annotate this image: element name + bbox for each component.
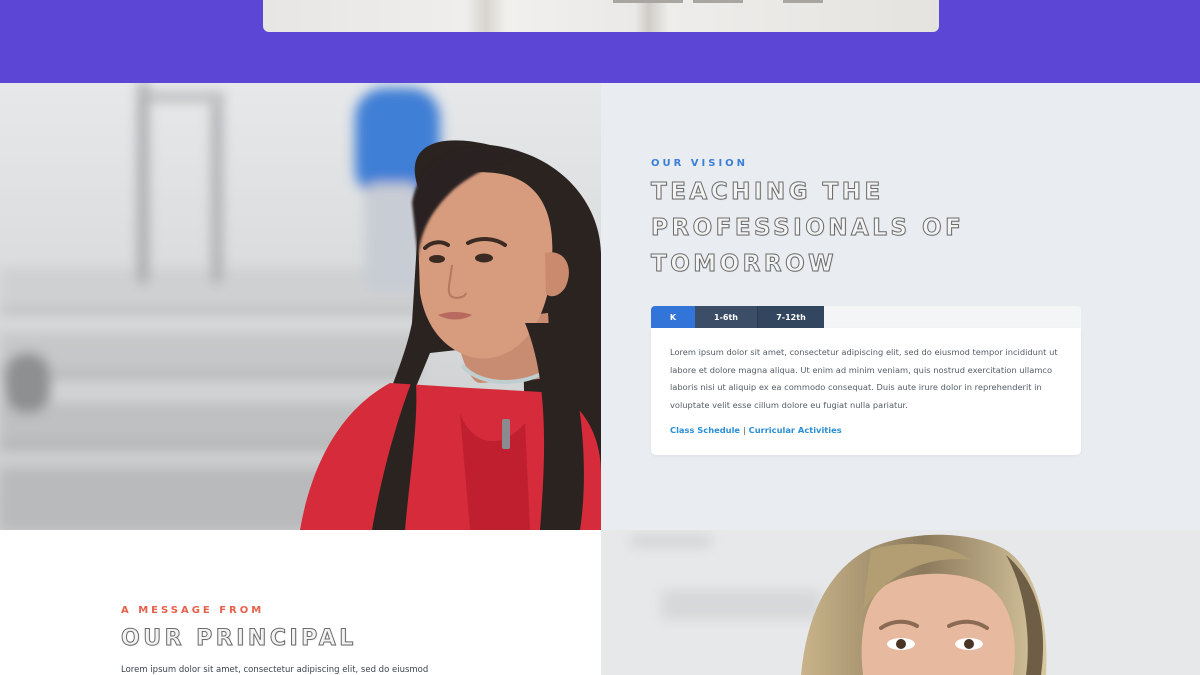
student-photo-image: [0, 83, 601, 530]
vision-title-line-1: TEACHING THE: [650, 179, 884, 206]
curricular-activities-link[interactable]: Curricular Activities: [749, 425, 842, 435]
top-banner: [0, 0, 1200, 83]
principal-photo: [601, 530, 1200, 675]
link-separator: |: [742, 425, 746, 435]
vision-title: TEACHING THE PROFESSIONALS OF TOMORROW: [650, 174, 965, 282]
principal-text: Lorem ipsum dolor sit amet, consectetur …: [121, 665, 429, 675]
top-image-card: [263, 0, 939, 32]
tab-content-text: Lorem ipsum dolor sit amet, consectetur …: [670, 347, 1058, 410]
vision-title-line-2: PROFESSIONALS OF: [650, 215, 965, 242]
tab-content-card: Lorem ipsum dolor sit amet, consectetur …: [651, 328, 1081, 455]
vision-title-line-3: TOMORROW: [650, 251, 838, 278]
class-schedule-link[interactable]: Class Schedule: [670, 425, 740, 435]
tab-7-12th[interactable]: 7-12th: [757, 306, 824, 328]
principal-title: OUR PRINCIPAL: [121, 626, 357, 652]
student-photo: [0, 83, 601, 530]
vision-eyebrow: OUR VISION: [651, 158, 749, 169]
tab-k[interactable]: K: [651, 306, 695, 328]
grade-tabs: K 1-6th 7-12th: [651, 306, 1081, 328]
tab-links: Class Schedule | Curricular Activities: [670, 425, 842, 435]
principal-eyebrow: A MESSAGE FROM: [121, 605, 265, 616]
principal-photo-image: [601, 530, 1200, 675]
tab-1-6th[interactable]: 1-6th: [695, 306, 757, 328]
